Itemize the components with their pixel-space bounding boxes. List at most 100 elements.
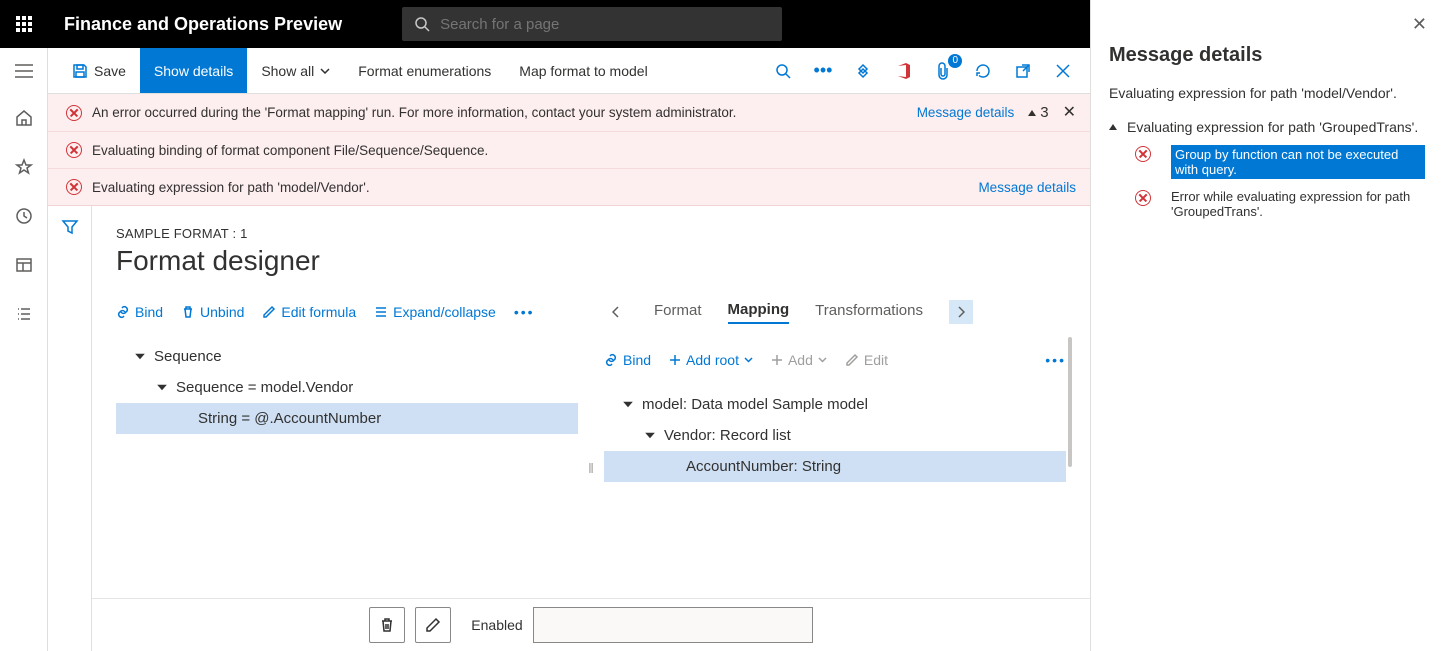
waffle-icon [16, 16, 32, 32]
action-icons: ••• 0 [772, 60, 1090, 82]
tab-prev[interactable] [604, 300, 628, 324]
global-search[interactable] [402, 7, 782, 41]
right-pane-tools: Bind Add root Add Edit ••• [604, 343, 1066, 377]
left-pane-tools: Bind Unbind Edit formula Expand/collapse… [116, 295, 578, 329]
panel-title: Message details [1109, 44, 1425, 67]
edit-formula-button[interactable]: Edit formula [262, 304, 356, 320]
caret-up-icon [1028, 110, 1036, 116]
link-icon [604, 353, 618, 367]
bind-button[interactable]: Bind [116, 304, 163, 320]
save-icon [72, 63, 88, 79]
designer-body: SAMPLE FORMAT : 1 Format designer Bind U… [92, 206, 1090, 651]
save-label: Save [94, 63, 126, 79]
trash-icon [379, 616, 395, 634]
trash-icon [181, 305, 195, 319]
panes: Bind Unbind Edit formula Expand/collapse… [116, 295, 1066, 641]
error-icon [1135, 190, 1151, 206]
enabled-label: Enabled [471, 617, 522, 633]
caret-icon [157, 385, 167, 391]
attachments-icon[interactable]: 0 [932, 60, 954, 82]
message-details-link[interactable]: Message details [917, 105, 1015, 120]
detail-item-selected[interactable]: Group by function can not be executed wi… [1109, 145, 1425, 179]
enabled-field[interactable] [533, 607, 813, 643]
format-tree: Sequence Sequence = model.Vendor String … [116, 341, 578, 434]
more-actions-icon[interactable]: ••• [812, 60, 834, 82]
home-icon[interactable] [15, 109, 33, 130]
show-all-button[interactable]: Show all [247, 48, 344, 93]
tab-mapping[interactable]: Mapping [728, 301, 790, 324]
message-text: Evaluating expression for path 'model/Ve… [92, 180, 370, 195]
right-pane: Format Mapping Transformations Bind Add … [604, 295, 1066, 641]
model-tree: model: Data model Sample model Vendor: R… [604, 389, 1066, 482]
delete-button[interactable] [369, 607, 405, 643]
mapping-tabs: Format Mapping Transformations [604, 295, 1066, 329]
detail-item-text: Group by function can not be executed wi… [1171, 145, 1425, 179]
pencil-icon [262, 305, 276, 319]
panel-subtitle: Evaluating expression for path 'model/Ve… [1109, 85, 1425, 101]
caret-icon [135, 354, 145, 360]
detail-item-text: Error while evaluating expression for pa… [1171, 189, 1425, 219]
detail-item[interactable]: Error while evaluating expression for pa… [1109, 189, 1425, 219]
plus-icon [771, 354, 783, 366]
expand-collapse-button[interactable]: Expand/collapse [374, 304, 496, 320]
search-input[interactable] [440, 16, 770, 33]
splitter[interactable]: ‖ [588, 295, 594, 641]
office-icon[interactable] [892, 60, 914, 82]
error-icon [1135, 146, 1151, 162]
add-button: Add [771, 352, 827, 368]
error-icon [66, 142, 82, 158]
tab-format[interactable]: Format [654, 302, 702, 323]
tree-node[interactable]: Vendor: Record list [604, 420, 1066, 451]
message-count[interactable]: 3 [1028, 104, 1048, 121]
message-text: An error occurred during the 'Format map… [92, 105, 736, 120]
map-format-button[interactable]: Map format to model [505, 48, 661, 93]
error-icon [66, 105, 82, 121]
workspace-icon[interactable] [15, 256, 33, 277]
app-launcher[interactable] [0, 16, 48, 32]
popout-icon[interactable] [1012, 60, 1034, 82]
hamburger-icon[interactable] [15, 64, 33, 81]
show-all-label: Show all [261, 63, 314, 79]
message-row: Evaluating binding of format component F… [48, 132, 1090, 169]
tree-node[interactable]: model: Data model Sample model [604, 389, 1066, 420]
left-more-icon[interactable]: ••• [514, 304, 535, 320]
attach-badge: 0 [948, 54, 962, 68]
dismiss-messages[interactable]: ✕ [1063, 105, 1076, 121]
search-icon [414, 16, 430, 32]
caret-icon [623, 402, 633, 408]
edit-footer-button[interactable] [415, 607, 451, 643]
link-icon [116, 305, 130, 319]
save-button[interactable]: Save [58, 48, 140, 93]
tree-node[interactable]: Sequence = model.Vendor [116, 372, 578, 403]
pencil-icon [845, 353, 859, 367]
modules-icon[interactable] [15, 305, 33, 326]
left-pane: Bind Unbind Edit formula Expand/collapse… [116, 295, 578, 641]
add-root-button[interactable]: Add root [669, 352, 753, 368]
chevron-down-icon [320, 68, 330, 74]
star-icon[interactable] [15, 158, 33, 179]
recent-icon[interactable] [15, 207, 33, 228]
diamond-icon[interactable] [852, 60, 874, 82]
tab-next[interactable] [949, 300, 973, 324]
page-title: Format designer [116, 245, 1066, 277]
footer-tools: Enabled [92, 598, 1090, 651]
action-bar: Save Show details Show all Format enumer… [48, 48, 1090, 94]
refresh-icon[interactable] [972, 60, 994, 82]
caret-up-icon [1109, 124, 1117, 130]
right-more-icon[interactable]: ••• [1045, 352, 1066, 368]
app-title: Finance and Operations Preview [64, 14, 342, 35]
tree-node-selected[interactable]: String = @.AccountNumber [116, 403, 578, 434]
search-action-icon[interactable] [772, 60, 794, 82]
detail-group[interactable]: Evaluating expression for path 'GroupedT… [1109, 119, 1425, 135]
tree-node-selected[interactable]: AccountNumber: String [604, 451, 1066, 482]
tree-node[interactable]: Sequence [116, 341, 578, 372]
funnel-icon[interactable] [61, 218, 79, 651]
bind-button-right[interactable]: Bind [604, 352, 651, 368]
show-details-button[interactable]: Show details [140, 48, 247, 93]
unbind-button[interactable]: Unbind [181, 304, 244, 320]
message-details-link[interactable]: Message details [978, 180, 1076, 195]
format-enumerations-button[interactable]: Format enumerations [344, 48, 505, 93]
close-panel-icon[interactable]: ✕ [1412, 14, 1427, 35]
close-icon[interactable] [1052, 60, 1074, 82]
tab-transformations[interactable]: Transformations [815, 302, 923, 323]
